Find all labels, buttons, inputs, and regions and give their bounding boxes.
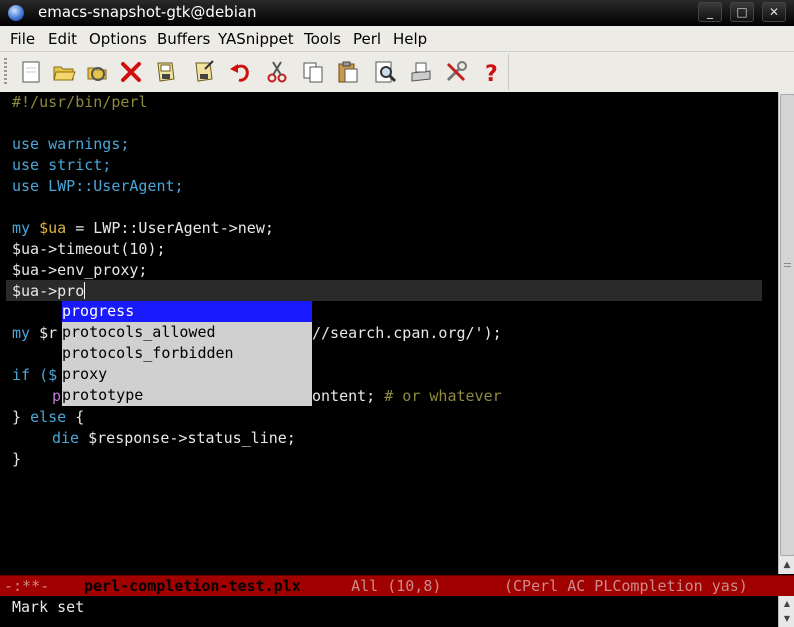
menu-options[interactable]: Options xyxy=(89,30,147,48)
copy-icon[interactable] xyxy=(300,59,326,85)
minimize-button[interactable]: _ xyxy=(698,2,722,22)
svg-text:?: ? xyxy=(485,62,498,85)
customize-icon[interactable] xyxy=(443,59,469,85)
modeline-modes[interactable]: (CPerl AC PLCompletion yas) xyxy=(504,577,748,595)
code-line-18: } xyxy=(12,450,22,468)
toolbar-grip[interactable] xyxy=(4,58,7,86)
scrollbar-thumb[interactable] xyxy=(780,94,794,556)
code-line-7: my $ua = LWP::UserAgent->new; xyxy=(12,219,274,237)
menu-file[interactable]: File xyxy=(10,30,35,48)
scroll-up-arrow-icon[interactable]: ▲ xyxy=(779,558,794,572)
completion-option-proxy[interactable]: proxy xyxy=(62,364,312,385)
menu-perl[interactable]: Perl xyxy=(353,30,381,48)
menu-bar: File Edit Options Buffers YASnippet Tool… xyxy=(0,26,794,52)
new-file-icon[interactable] xyxy=(18,59,44,85)
help-icon[interactable]: ? xyxy=(478,59,504,87)
mode-line[interactable]: -:**- perl-completion-test.plx All (10,8… xyxy=(0,575,794,597)
echo-area[interactable]: Mark set xyxy=(0,596,778,627)
code-line-14: if ($ xyxy=(12,366,58,384)
modeline-buffer-name[interactable]: perl-completion-test.plx xyxy=(84,577,301,595)
code-line-10-current: $ua->pro xyxy=(12,282,86,300)
modeline-status: -:**- xyxy=(4,577,68,595)
cut-icon[interactable] xyxy=(264,59,290,85)
completion-option-protocols-forbidden[interactable]: protocols_forbidden xyxy=(62,343,312,364)
echo-scroll-down-icon[interactable]: ▼ xyxy=(779,613,794,625)
thumb-grip xyxy=(784,263,791,269)
open-folder-icon[interactable] xyxy=(51,59,77,85)
menu-edit[interactable]: Edit xyxy=(48,30,77,48)
code-line-12-tail: //search.cpan.org/'); xyxy=(312,324,502,342)
menu-tools[interactable]: Tools xyxy=(304,30,341,48)
code-line-5: use LWP::UserAgent; xyxy=(12,177,184,195)
paste-icon[interactable] xyxy=(335,59,361,85)
save-icon[interactable] xyxy=(152,59,178,85)
code-line-1: #!/usr/bin/perl xyxy=(12,93,148,111)
code-line-12: my $r xyxy=(12,324,58,342)
completion-option-progress[interactable]: progress xyxy=(62,301,312,322)
echo-message: Mark set xyxy=(12,598,85,616)
dired-icon[interactable] xyxy=(84,59,110,85)
undo-icon[interactable] xyxy=(227,59,253,85)
completion-option-prototype[interactable]: prototype xyxy=(62,385,312,406)
save-as-icon[interactable] xyxy=(190,59,216,85)
code-line-16: } else { xyxy=(12,408,85,426)
maximize-button[interactable]: □ xyxy=(730,2,754,22)
code-line-15-tail: ontent; # or whatever xyxy=(312,387,502,405)
code-line-15: p xyxy=(52,387,62,405)
vertical-scrollbar[interactable]: ▲ ▼ xyxy=(778,92,794,574)
code-line-4: use strict; xyxy=(12,156,112,174)
tool-bar: ? xyxy=(0,52,794,93)
code-line-9: $ua->env_proxy; xyxy=(12,261,148,279)
window-title: emacs-snapshot-gtk@debian xyxy=(38,3,257,21)
title-bar: emacs-snapshot-gtk@debian _ □ ✕ xyxy=(0,0,794,26)
code-line-8: $ua->timeout(10); xyxy=(12,240,166,258)
modeline-position: All (10,8) xyxy=(324,577,478,595)
print-icon[interactable] xyxy=(408,59,434,85)
current-line-highlight xyxy=(6,280,762,301)
echo-scrollbar[interactable]: ▲ ▼ xyxy=(778,596,794,627)
echo-scroll-up-icon[interactable]: ▲ xyxy=(779,598,794,610)
text-cursor xyxy=(84,282,86,299)
completion-popup[interactable]: progress protocols_allowed protocols_for… xyxy=(62,301,312,406)
left-fringe xyxy=(0,92,6,574)
menu-help[interactable]: Help xyxy=(393,30,427,48)
close-window-button[interactable]: ✕ xyxy=(762,2,786,22)
emacs-app-icon xyxy=(8,5,24,21)
menu-yasnippet[interactable]: YASnippet xyxy=(218,30,294,48)
code-line-17: die $response->status_line; xyxy=(52,429,296,447)
code-line-3: use warnings; xyxy=(12,135,130,153)
toolbar-separator xyxy=(508,54,509,90)
menu-buffers[interactable]: Buffers xyxy=(157,30,210,48)
editor-buffer[interactable]: #!/usr/bin/perl use warnings; use strict… xyxy=(0,92,778,574)
search-icon[interactable] xyxy=(372,59,398,85)
close-buffer-icon[interactable] xyxy=(118,59,144,85)
completion-option-protocols-allowed[interactable]: protocols_allowed xyxy=(62,322,312,343)
